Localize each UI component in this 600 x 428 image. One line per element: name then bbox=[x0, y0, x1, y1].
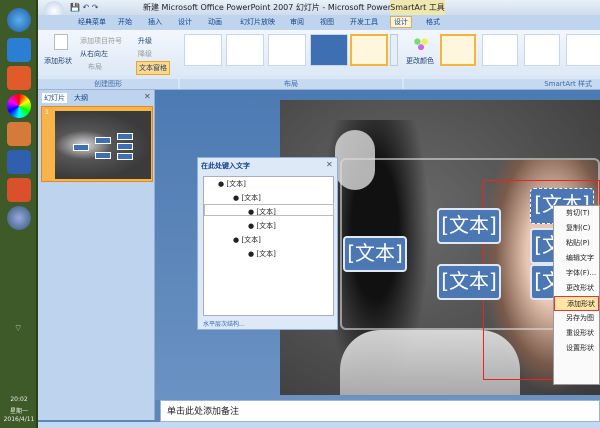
item-text: [文本] bbox=[241, 236, 261, 244]
ribbon: 添加形状 添加项目符号 从右向左 布局 升级 降级 文本窗格 创建图形 布局 更… bbox=[38, 30, 600, 90]
title-bar: 💾 ↶ ↷ 新建 Microsoft Office PowerPoint 200… bbox=[38, 0, 600, 21]
menu-copy[interactable]: 复制(C) bbox=[554, 221, 599, 236]
text-pane-item[interactable]: ● [文本] bbox=[248, 249, 276, 259]
layout-gallery-item[interactable] bbox=[310, 34, 348, 66]
text-pane-item[interactable]: ● [文本] bbox=[248, 207, 276, 217]
gallery-scroll[interactable] bbox=[390, 34, 398, 66]
change-colors-icon bbox=[412, 36, 430, 50]
menu-save-as-picture[interactable]: 另存为图 bbox=[554, 311, 599, 326]
tab-smartart-design[interactable]: 设计 bbox=[390, 16, 412, 28]
layout-button[interactable]: 布局 bbox=[88, 62, 102, 72]
slide-number: 1 bbox=[45, 109, 49, 116]
item-text: [文本] bbox=[256, 250, 276, 258]
text-pane-item[interactable]: ● [文本] bbox=[233, 235, 261, 245]
smartart-shape[interactable]: [文本] bbox=[437, 208, 501, 244]
promote-button[interactable]: 升级 bbox=[138, 36, 152, 46]
demote-button[interactable]: 降级 bbox=[138, 49, 152, 59]
smartart-shape[interactable]: [文本] bbox=[343, 236, 407, 272]
item-text: [文本] bbox=[256, 208, 276, 216]
smartart-shape[interactable]: [文本] bbox=[437, 264, 501, 300]
layout-gallery-item-selected[interactable] bbox=[350, 34, 388, 66]
word-icon[interactable] bbox=[7, 150, 31, 174]
text-pane-item[interactable]: ● [文本] bbox=[233, 193, 261, 203]
group-smartart-styles: SmartArt 样式 bbox=[404, 79, 600, 89]
style-gallery-item[interactable] bbox=[482, 34, 518, 66]
notes-pane[interactable]: 单击此处添加备注 bbox=[160, 400, 600, 422]
style-gallery-item-selected[interactable] bbox=[440, 34, 476, 66]
tab-slideshow[interactable]: 幻灯片放映 bbox=[240, 17, 275, 27]
tab-developer[interactable]: 开发工具 bbox=[350, 17, 378, 27]
item-text: [文本] bbox=[226, 180, 246, 188]
ribbon-tabs: 经典菜单 开始 插入 设计 动画 幻灯片放映 审阅 视图 开发工具 设计 格式 bbox=[38, 15, 600, 30]
text-pane-item[interactable]: ● [文本] bbox=[248, 221, 276, 231]
app-icon[interactable] bbox=[7, 38, 31, 62]
layout-description-link[interactable]: 水平层次结构... bbox=[203, 319, 245, 328]
menu-paste[interactable]: 粘贴(P) bbox=[554, 236, 599, 251]
tab-insert[interactable]: 插入 bbox=[148, 17, 162, 27]
quick-access-toolbar[interactable]: 💾 ↶ ↷ bbox=[70, 0, 98, 15]
window-title: 新建 Microsoft Office PowerPoint 2007 幻灯片 … bbox=[143, 3, 411, 12]
menu-format-shape[interactable]: 设置形状 bbox=[554, 341, 599, 356]
app-icon[interactable] bbox=[7, 94, 31, 118]
item-text: [文本] bbox=[256, 222, 276, 230]
menu-cut[interactable]: 剪切(T) bbox=[554, 206, 599, 221]
close-icon[interactable]: ✕ bbox=[326, 160, 333, 169]
powerpoint-icon[interactable] bbox=[7, 178, 31, 202]
context-menu: 剪切(T) 复制(C) 粘贴(P) 编辑文字 字体(F)... 更改形状 添加形… bbox=[553, 205, 600, 385]
group-layout: 布局 bbox=[180, 79, 402, 89]
tab-review[interactable]: 审阅 bbox=[290, 17, 304, 27]
layout-gallery-item[interactable] bbox=[268, 34, 306, 66]
style-gallery-item[interactable] bbox=[524, 34, 560, 66]
app-icon[interactable] bbox=[7, 206, 31, 230]
text-pane-title: 在此处键入文字 bbox=[201, 162, 250, 170]
app-icon[interactable] bbox=[7, 66, 31, 90]
menu-change-shape[interactable]: 更改形状 bbox=[554, 281, 599, 296]
menu-edit-text[interactable]: 编辑文字 bbox=[554, 251, 599, 266]
slide-thumbnail-image bbox=[55, 111, 151, 179]
tab-view[interactable]: 视图 bbox=[320, 17, 334, 27]
tab-animation[interactable]: 动画 bbox=[208, 17, 222, 27]
add-bullet-button[interactable]: 添加项目符号 bbox=[80, 36, 122, 46]
style-gallery-item[interactable] bbox=[566, 34, 600, 66]
clock-weekday: 星期一 bbox=[9, 408, 28, 415]
menu-add-shape[interactable]: 添加形状 bbox=[554, 296, 599, 311]
text-pane-list[interactable]: ● [文本] ● [文本] ● [文本] ● [文本] ● [文本] ● [文本… bbox=[203, 176, 334, 316]
text-pane: 在此处键入文字 ✕ ● [文本] ● [文本] ● [文本] ● [文本] ● … bbox=[197, 157, 338, 330]
app-icon[interactable] bbox=[7, 122, 31, 146]
layout-gallery-item[interactable] bbox=[226, 34, 264, 66]
group-create-graphic: 创建图形 bbox=[38, 79, 178, 89]
start-icon[interactable] bbox=[7, 8, 31, 32]
text-pane-button[interactable]: 文本窗格 bbox=[136, 61, 170, 75]
tab-home[interactable]: 开始 bbox=[118, 17, 132, 27]
layout-gallery-item[interactable] bbox=[184, 34, 222, 66]
status-bar bbox=[38, 422, 600, 428]
taskbar: ⌔ 20:02 星期一 2016/4/11 bbox=[0, 0, 38, 428]
right-to-left-button[interactable]: 从右向左 bbox=[80, 49, 108, 59]
text-pane-item[interactable]: ● [文本] bbox=[218, 179, 246, 189]
tab-design[interactable]: 设计 bbox=[178, 17, 192, 27]
menu-font[interactable]: 字体(F)... bbox=[554, 266, 599, 281]
item-text: [文本] bbox=[241, 194, 261, 202]
slide-thumbnail-1[interactable]: 1 bbox=[41, 106, 153, 182]
close-icon[interactable]: ✕ bbox=[144, 92, 151, 101]
slides-panel: 幻灯片 大纲 ✕ 1 bbox=[38, 90, 155, 420]
tab-format[interactable]: 格式 bbox=[426, 17, 440, 27]
smartart-tools-label: SmartArt 工具 bbox=[390, 0, 445, 15]
add-shape-button[interactable]: 添加形状 bbox=[44, 56, 72, 66]
tab-classic-menu[interactable]: 经典菜单 bbox=[78, 17, 106, 27]
change-colors-button[interactable]: 更改颜色 bbox=[406, 56, 434, 66]
clock-time[interactable]: 20:02 bbox=[0, 396, 38, 403]
clock-date: 2016/4/11 bbox=[3, 416, 35, 423]
tab-outline[interactable]: 大纲 bbox=[74, 93, 88, 103]
wifi-icon[interactable]: ⌔ bbox=[14, 323, 22, 334]
tab-slides[interactable]: 幻灯片 bbox=[42, 93, 67, 103]
menu-reset-shape[interactable]: 重设形状 bbox=[554, 326, 599, 341]
add-shape-icon bbox=[54, 34, 68, 50]
